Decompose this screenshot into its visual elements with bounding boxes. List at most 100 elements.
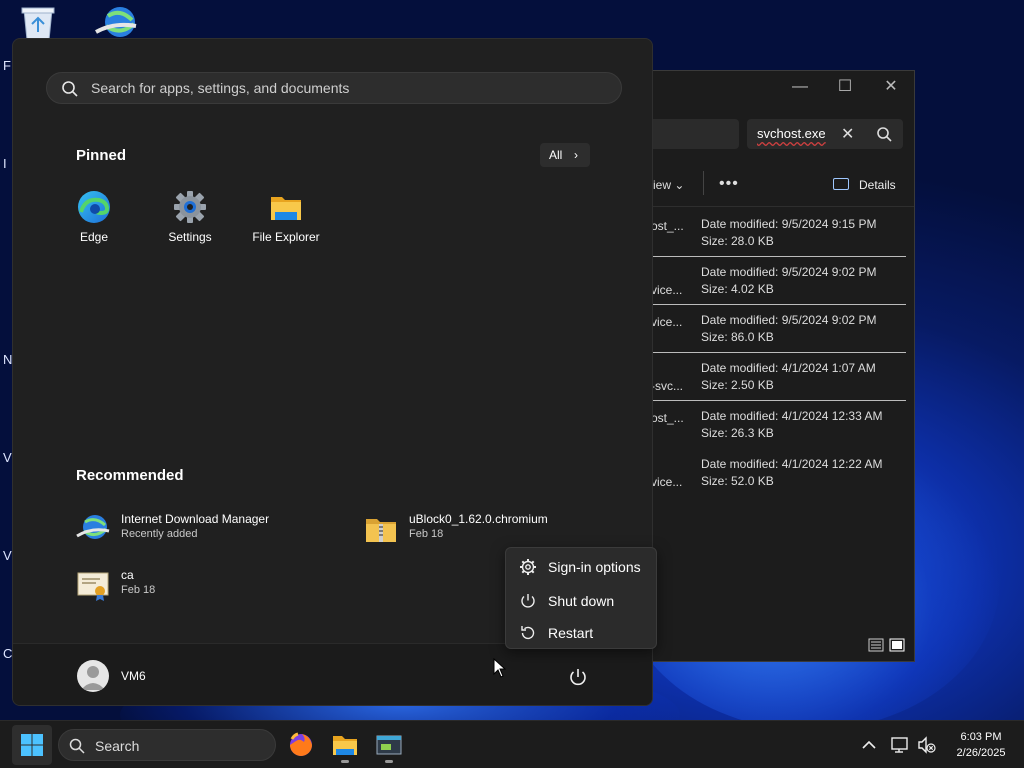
clock-time: 6:03 PM xyxy=(960,731,1002,743)
file-size: Size: 2.50 KB xyxy=(701,378,774,392)
edge-icon xyxy=(78,191,110,223)
menu-item-label: Restart xyxy=(548,625,594,641)
pinned-app-settings[interactable]: Settings xyxy=(146,187,234,251)
pinned-app-label: Settings xyxy=(168,230,212,244)
folder-icon xyxy=(333,736,357,755)
recommended-item[interactable]: Internet Download Manager Recently added xyxy=(76,510,336,550)
file-size: Size: 4.02 KB xyxy=(701,282,774,296)
power-icon xyxy=(570,669,586,686)
taskbar-file-explorer[interactable] xyxy=(327,727,363,763)
desktop-label-fragment: C xyxy=(3,646,13,661)
details-view-icon[interactable] xyxy=(868,638,884,652)
running-indicator xyxy=(341,760,349,763)
all-apps-label: All xyxy=(549,148,563,162)
recommended-item-name: uBlock0_1.62.0.chromium xyxy=(409,512,548,526)
power-button[interactable] xyxy=(566,665,590,689)
details-button[interactable]: Details xyxy=(859,178,896,192)
file-name: ost_... xyxy=(651,411,684,425)
recommended-item[interactable]: uBlock0_1.62.0.chromium Feb 18 xyxy=(364,510,624,550)
pinned-heading: Pinned xyxy=(76,147,127,164)
search-icon xyxy=(62,81,78,97)
app-window-icon xyxy=(376,735,402,755)
clear-search-icon[interactable]: ✕ xyxy=(841,124,854,144)
volume-status[interactable] xyxy=(914,733,938,757)
network-status[interactable] xyxy=(888,733,912,757)
recommended-item[interactable]: ca Feb 18 xyxy=(76,566,336,606)
start-search-placeholder: Search for apps, settings, and documents xyxy=(91,80,350,96)
pinned-app-file-explorer[interactable]: File Explorer xyxy=(242,187,330,251)
large-icons-view-icon[interactable] xyxy=(889,638,905,652)
user-name[interactable]: VM6 xyxy=(121,669,146,683)
maximize-button[interactable]: ☐ xyxy=(831,77,859,97)
chevron-down-icon: ⌄ xyxy=(674,178,685,192)
file-name: -svc... xyxy=(651,379,683,393)
windows-logo-icon xyxy=(21,734,43,756)
file-date-modified: Date modified: 4/1/2024 12:22 AM xyxy=(701,457,883,471)
chevron-right-icon: › xyxy=(574,148,578,162)
file-row[interactable]: vice... Date modified: 9/5/2024 9:02 PM Si… xyxy=(621,305,906,353)
file-name: vice... xyxy=(651,283,683,297)
taskbar-search-label: Search xyxy=(95,738,140,754)
more-options-icon[interactable]: ••• xyxy=(719,175,739,193)
file-name: ost_... xyxy=(651,219,684,233)
file-size: Size: 52.0 KB xyxy=(701,474,774,488)
search-input[interactable]: svchost.exe xyxy=(757,126,826,141)
minimize-button[interactable]: — xyxy=(786,77,814,97)
menu-item-label: Sign-in options xyxy=(548,559,641,575)
start-search-box[interactable]: Search for apps, settings, and documents xyxy=(46,72,622,104)
view-menu[interactable]: iew ⌄ xyxy=(653,178,684,192)
settings-gear-icon xyxy=(174,191,206,223)
pinned-app-label: Edge xyxy=(79,230,109,244)
file-row[interactable]: ost_... Date modified: 4/1/2024 12:33 AM S… xyxy=(621,401,906,449)
taskbar-app-window[interactable] xyxy=(371,727,407,763)
file-size: Size: 28.0 KB xyxy=(701,234,774,248)
file-date-modified: Date modified: 4/1/2024 1:07 AM xyxy=(701,361,876,375)
chevron-up-icon xyxy=(862,740,876,749)
all-apps-button[interactable]: All › xyxy=(540,143,590,167)
show-hidden-icons-button[interactable] xyxy=(857,733,881,757)
desktop-label-fragment: N xyxy=(3,352,13,367)
power-menu: Sign-in options Shut down Restart xyxy=(505,547,657,649)
system-clock[interactable]: 6:03 PM 2/26/2025 xyxy=(946,729,1016,761)
close-button[interactable]: ✕ xyxy=(877,77,905,97)
clock-date: 2/26/2025 xyxy=(956,747,1006,759)
recommended-item-subtitle: Recently added xyxy=(121,528,198,540)
file-explorer-window: — ☐ ✕ svchost.exe ✕ iew ⌄ ••• Details os… xyxy=(620,70,915,662)
restart-icon xyxy=(521,626,535,640)
sign-in-options-item[interactable]: Sign-in options xyxy=(506,550,656,582)
search-box[interactable]: svchost.exe ✕ xyxy=(747,119,903,149)
file-name: vice... xyxy=(651,315,683,329)
firefox-icon xyxy=(290,732,312,756)
file-size: Size: 26.3 KB xyxy=(701,426,774,440)
certificate-icon xyxy=(77,572,109,601)
file-row[interactable]: -svc... Date modified: 4/1/2024 1:07 AM Si… xyxy=(621,353,906,401)
recommended-item-name: ca xyxy=(121,568,134,582)
idm-globe-icon xyxy=(76,515,110,539)
desktop-label-fragment: I xyxy=(3,156,7,171)
restart-item[interactable]: Restart xyxy=(506,616,656,648)
file-row[interactable]: ost_... Date modified: 9/5/2024 9:15 PM Si… xyxy=(621,209,906,257)
taskbar-search[interactable]: Search xyxy=(58,729,276,761)
toolbar-divider xyxy=(703,171,704,195)
desktop-label-fragment: V xyxy=(3,548,12,563)
pinned-app-edge[interactable]: Edge xyxy=(50,187,138,251)
file-row[interactable]: vice... Date modified: 9/5/2024 9:02 PM Si… xyxy=(621,257,906,305)
file-row[interactable]: vice... Date modified: 4/1/2024 12:22 AM S… xyxy=(621,449,906,497)
file-date-modified: Date modified: 9/5/2024 9:02 PM xyxy=(701,265,877,279)
power-icon xyxy=(521,594,535,608)
recommended-item-name: Internet Download Manager xyxy=(121,512,270,526)
taskbar: Search 6:03 PM 2/26/2025 xyxy=(0,720,1024,768)
gear-icon xyxy=(520,559,536,575)
user-icon xyxy=(81,666,105,690)
running-indicator xyxy=(385,760,393,763)
search-icon[interactable] xyxy=(875,125,895,145)
start-menu-footer: VM6 xyxy=(13,643,652,705)
taskbar-firefox[interactable] xyxy=(283,727,319,763)
start-button[interactable] xyxy=(12,725,52,765)
file-date-modified: Date modified: 9/5/2024 9:02 PM xyxy=(701,313,877,327)
shut-down-item[interactable]: Shut down xyxy=(506,584,656,616)
avatar[interactable] xyxy=(77,660,109,692)
details-pane-icon[interactable] xyxy=(833,178,849,190)
desktop-label-fragment: V xyxy=(3,450,12,465)
network-icon xyxy=(891,737,908,753)
